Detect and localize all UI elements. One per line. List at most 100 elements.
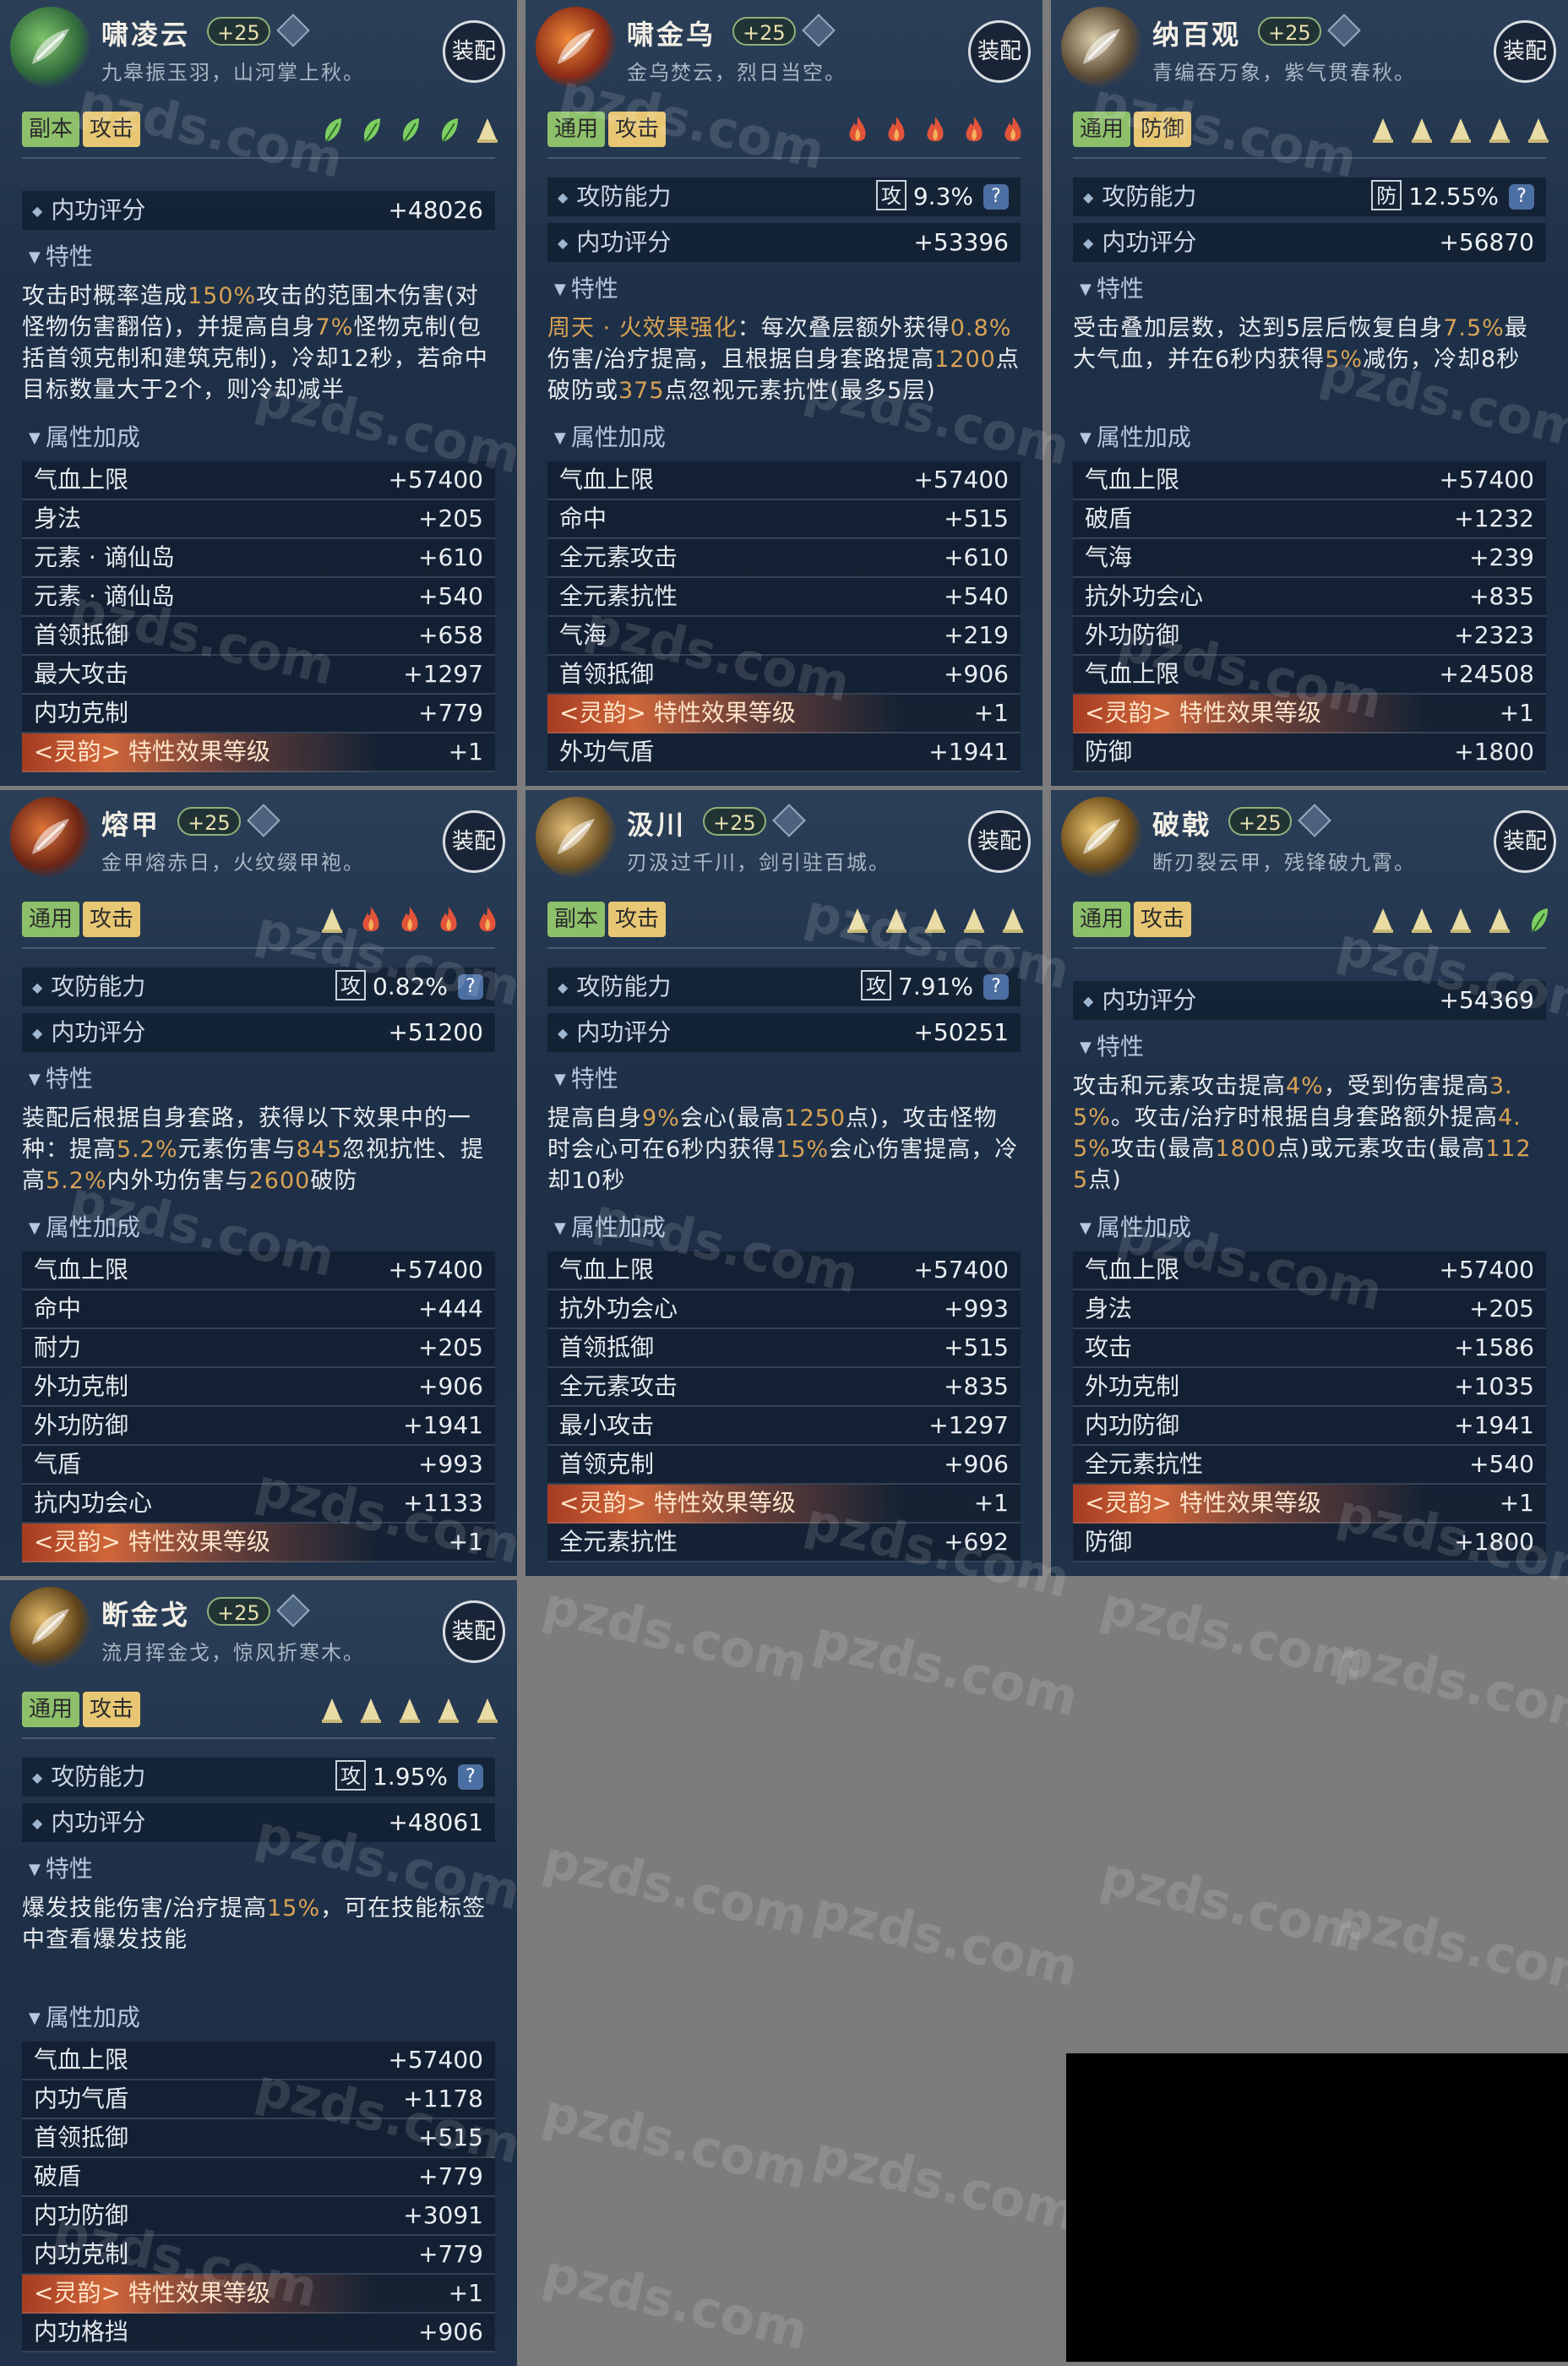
attribute-name: <灵韵> 特性效果等级 <box>34 1528 270 1556</box>
tag-label: 攻击 <box>608 112 667 147</box>
trait-description: 提高自身9%会心(最高1250点)，攻击怪物时会心可在6秒内获得15%会心伤害提… <box>547 1103 1021 1197</box>
bell-icon <box>961 905 987 935</box>
attribute-name: 气血上限 <box>559 1256 655 1284</box>
attribute-row: 内功克制 +779 <box>22 695 495 733</box>
tag-row: 通用 攻击 <box>22 902 144 939</box>
stat-value: 防 12.55%? <box>1371 177 1534 216</box>
attribute-value: +835 <box>1469 582 1534 610</box>
trait-description: 攻击和元素攻击提高4%，受到伤害提高3.5%。攻击/治疗时根据自身套路额外提高4… <box>1073 1071 1546 1196</box>
attribute-row: 内功气盾 +1178 <box>22 2080 495 2119</box>
attribute-list: 气血上限 +57400 内功气盾 +1178 首领抵御 +515 破盾 +779 内功防御 +30… <box>22 2042 495 2352</box>
attribute-value: +779 <box>418 699 483 727</box>
bell-icon <box>1448 115 1473 145</box>
attribute-row: 身法 +205 <box>1073 1290 1546 1329</box>
attribute-value: +658 <box>418 621 483 649</box>
divider <box>22 1737 495 1739</box>
stat-label: 攻防能力 <box>558 968 671 1007</box>
equip-button[interactable]: 装配 <box>1494 810 1556 873</box>
attribute-row: 首领抵御 +515 <box>547 1329 1021 1368</box>
flame-icon <box>358 905 384 935</box>
help-icon[interactable]: ? <box>458 1764 483 1790</box>
attribute-value: +540 <box>1469 1450 1534 1478</box>
trait-text: 伤害/治疗提高，且根据自身套路提高 <box>547 346 935 373</box>
help-icon[interactable]: ? <box>1509 184 1534 210</box>
stat-number: 9.3% <box>912 183 973 210</box>
attribute-value: +1941 <box>403 1411 483 1439</box>
stat-value: 攻 7.91%? <box>861 968 1009 1006</box>
tag-label: 攻击 <box>608 902 667 937</box>
help-icon[interactable]: ? <box>983 974 1009 1000</box>
attribute-value: +1232 <box>1454 504 1534 532</box>
attribute-name: 破盾 <box>1085 504 1133 532</box>
bell-icon <box>1370 115 1396 145</box>
special-attribute-row: <灵韵> 特性效果等级 +1 <box>1073 1485 1546 1524</box>
equipment-card: 啸金乌 +25 金乌焚云，烈日当空。 装配通用攻击攻防能力 攻9.3%? 内功评分 +533… <box>525 0 1043 786</box>
divider <box>547 947 1021 949</box>
attribute-value: +57400 <box>388 466 483 493</box>
equip-button[interactable]: 装配 <box>443 20 505 83</box>
trait-text: 会心(最高 <box>679 1105 785 1131</box>
stat-label: 内功评分 <box>1083 981 1196 1021</box>
equip-button[interactable]: 装配 <box>968 810 1031 873</box>
trait-heading: 特性 <box>29 1851 93 1884</box>
rank-glyphs <box>306 1695 500 1729</box>
attribute-row: 防御 +1800 <box>1073 1524 1546 1562</box>
item-subtitle: 九皋振玉羽，山河掌上秋。 <box>101 61 365 84</box>
equip-button[interactable]: 装配 <box>968 20 1031 83</box>
tag-label: 攻击 <box>1134 902 1192 937</box>
item-name: 啸金乌 <box>627 19 716 51</box>
stat-value: +48026 <box>388 191 483 230</box>
gem-icon <box>1298 804 1331 837</box>
special-attribute-row: <灵韵> 特性效果等级 +1 <box>22 1524 495 1562</box>
attribute-name: 气血上限 <box>34 466 129 493</box>
help-icon[interactable]: ? <box>983 184 1009 210</box>
rank-glyphs <box>306 115 500 149</box>
equip-button[interactable]: 装配 <box>443 1600 505 1663</box>
attribute-value: +1297 <box>928 1411 1009 1439</box>
trait-text: 受击叠加层数，达到5层后恢复自身 <box>1073 315 1444 341</box>
flame-icon <box>1000 115 1026 145</box>
stat-number: 0.82% <box>373 973 448 1000</box>
bell-icon <box>1409 905 1435 935</box>
equip-button[interactable]: 装配 <box>443 810 505 873</box>
stat-row: 内功评分 +48061 <box>22 1803 495 1842</box>
equipment-card: 纳百观+25青编吞万象，紫气贯春秋。装配通用防御攻防能力防12.55%?内功评分… <box>1051 0 1568 786</box>
attribute-row: 外功气盾 +1941 <box>547 733 1021 772</box>
attribute-name: 全元素抗性 <box>559 582 678 610</box>
level-badge: +25 <box>207 1597 270 1626</box>
trait-description: 爆发技能伤害/治疗提高15%，可在技能标签中查看爆发技能 <box>22 1893 495 1955</box>
attribute-name: 首领抵御 <box>34 2123 129 2151</box>
attribute-name: 抗外功会心 <box>1085 582 1204 610</box>
attribute-value: +540 <box>418 582 483 610</box>
attribute-name: 气血上限 <box>34 1256 129 1284</box>
attribute-value: +515 <box>944 504 1009 532</box>
attribute-list: 气血上限 +57400 破盾 +1232 气海 +239 抗外功会心 +835 外功防御 +232… <box>1073 461 1546 772</box>
stat-label: 内功评分 <box>32 1013 145 1053</box>
help-icon[interactable]: ? <box>458 974 483 1000</box>
attribute-row: 外功防御 +1941 <box>22 1407 495 1446</box>
trait-text: 攻击时概率造成 <box>22 283 188 309</box>
attribute-list: 气血上限 +57400 身法 +205 元素 · 谪仙岛 +610 元素 · 谪仙岛 +540… <box>22 461 495 772</box>
attribute-row: 命中 +515 <box>547 500 1021 539</box>
attribute-name: 内功克制 <box>34 699 129 727</box>
stat-value: +54369 <box>1439 981 1534 1020</box>
attribute-name: 外功气盾 <box>559 738 655 766</box>
attribute-name: 身法 <box>1085 1295 1133 1322</box>
attribute-name: <灵韵> 特性效果等级 <box>559 1489 796 1517</box>
stat-row: 内功评分 +50251 <box>547 1013 1021 1052</box>
tag-label: 通用 <box>22 902 80 937</box>
equip-button[interactable]: 装配 <box>1494 20 1556 83</box>
attribute-value: +57400 <box>913 466 1009 493</box>
stat-label: 内功评分 <box>558 1013 671 1053</box>
attribute-row: 气海 +219 <box>547 617 1021 656</box>
attributes-heading: 属性加成 <box>29 419 140 453</box>
attribute-value: +1 <box>1499 699 1534 727</box>
trait-text: 元素伤害与 <box>177 1137 297 1163</box>
attribute-value: +779 <box>418 2240 483 2268</box>
item-subtitle: 金乌焚云，烈日当空。 <box>627 61 847 84</box>
attribute-value: +1 <box>1499 1489 1534 1517</box>
stat-label: 攻防能力 <box>1083 177 1196 217</box>
attribute-value: +1297 <box>403 660 483 688</box>
attribute-value: +515 <box>944 1333 1009 1361</box>
fire-bird-icon <box>536 7 617 88</box>
